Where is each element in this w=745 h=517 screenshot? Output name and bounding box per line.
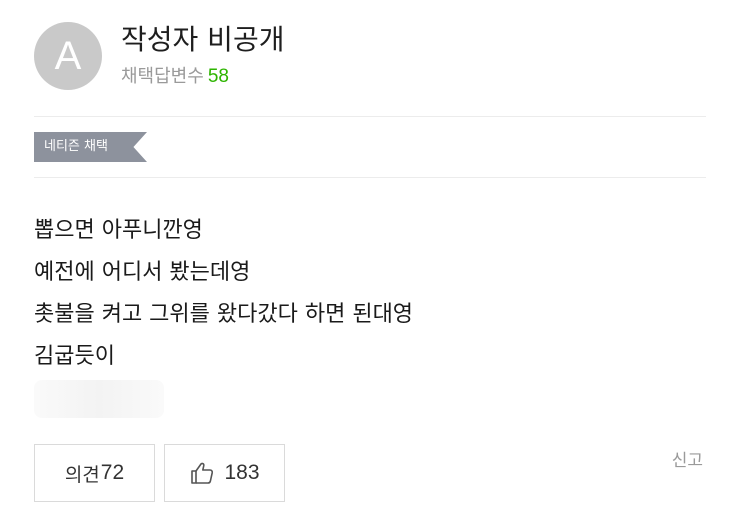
like-button[interactable]: 183 xyxy=(164,444,285,502)
answer-line: 뽑으면 아푸니깐영 xyxy=(34,218,203,243)
adopt-count: 58 xyxy=(207,66,229,87)
blurred-region xyxy=(34,380,164,418)
adopt-stats: 채택답변수 58 xyxy=(121,65,229,89)
like-count: 183 xyxy=(224,461,260,484)
answer-line: 촛불을 켜고 그위를 왔다갔다 하면 된대영 xyxy=(34,302,414,327)
answer-body: 뽑으면 아푸니깐영 예전에 어디서 봤는데영 촛불을 켜고 그위를 왔다갔다 하… xyxy=(34,210,413,378)
answer-line: 예전에 어디서 봤는데영 xyxy=(34,260,251,285)
opinion-count: 72 xyxy=(100,461,125,484)
answer-line: 김굽듯이 xyxy=(34,344,115,369)
author-name: 작성자 비공개 xyxy=(121,23,285,56)
adopt-label: 채택답변수 xyxy=(121,66,204,87)
divider xyxy=(34,177,706,178)
divider xyxy=(34,116,706,117)
opinion-button[interactable]: 의견 72 xyxy=(34,444,155,502)
report-link[interactable]: 신고 xyxy=(672,446,703,471)
thumbs-up-icon xyxy=(189,460,215,486)
opinion-label: 의견 xyxy=(64,463,100,486)
avatar: A xyxy=(34,22,102,90)
netizen-adopted-badge: 네티즌 채택 xyxy=(34,132,147,162)
